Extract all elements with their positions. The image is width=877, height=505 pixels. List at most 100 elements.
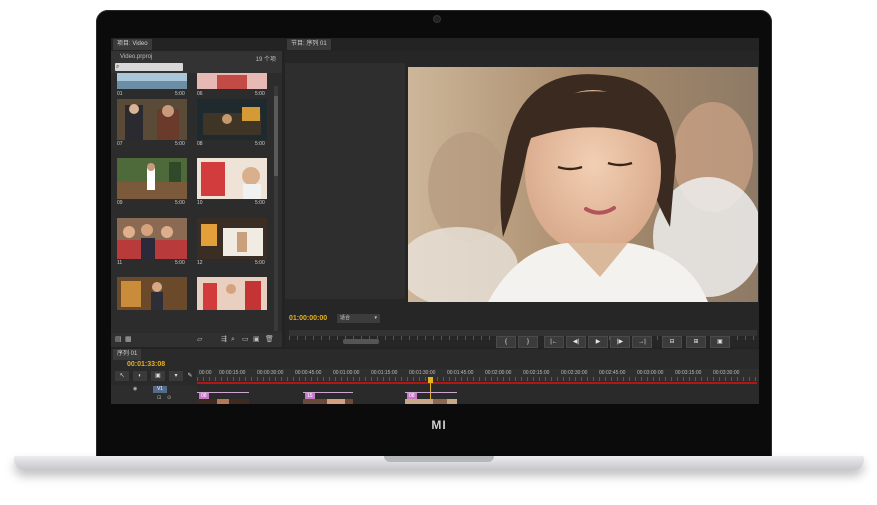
search-input[interactable]: ⌕ <box>115 63 183 71</box>
clip-thumbnail[interactable] <box>197 99 267 140</box>
clip-image <box>303 399 353 404</box>
ruler-label: 00:02:30:00 <box>561 370 588 376</box>
tab-program[interactable]: 节目: 序列 01 <box>287 39 331 50</box>
export-frame-button[interactable]: ▣ <box>710 336 730 348</box>
clip-thumbnail[interactable] <box>197 73 267 89</box>
marker-icon[interactable]: ▾ <box>169 371 183 381</box>
timeline-panel: 序列 01 00:01:33:08 ↖ ◐ ▣ ▾ ✎ 00:00 00:00:… <box>111 349 759 404</box>
clip-image <box>405 399 457 404</box>
fit-dropdown[interactable]: 适合 ▾ <box>337 314 380 323</box>
timeline-ruler[interactable]: 00:00 00:00:15:00 00:00:30:00 00:00:45:0… <box>197 369 759 381</box>
webcam <box>434 16 440 22</box>
chevron-down-icon: ▾ <box>374 315 377 321</box>
ruler-label: 00:00:30:00 <box>257 370 284 376</box>
clip-image <box>117 73 187 89</box>
ruler-label: 00:00:15:00 <box>219 370 246 376</box>
clip-duration: 5:00 <box>255 141 265 147</box>
sync-lock-icon[interactable]: ⊡ <box>157 395 161 401</box>
viewer-area <box>285 63 405 299</box>
ruler-ticks <box>197 377 759 381</box>
extract-button[interactable]: ⊞ <box>686 336 706 348</box>
clip-label: 08 <box>197 141 203 147</box>
clip-thumbnail[interactable] <box>117 277 187 310</box>
list-view-icon[interactable]: ▤ <box>115 336 122 344</box>
icon-view-icon[interactable]: ▦ <box>125 336 132 344</box>
go-to-out-button[interactable]: →| <box>632 336 652 348</box>
clip-label: 10 <box>197 200 203 206</box>
clip-label: 11 <box>117 260 123 266</box>
selection-tool-icon[interactable]: ↖ <box>115 371 129 381</box>
program-panel: 01:00:00:00 适合 ▾ <box>285 51 759 347</box>
ruler-label: 00:01:30:00 <box>409 370 436 376</box>
clip-thumbnail[interactable] <box>117 158 187 199</box>
clip-image <box>117 99 187 140</box>
zoom-scrollbar[interactable] <box>343 339 379 344</box>
work-area-bar[interactable] <box>197 382 757 384</box>
find-icon[interactable]: ⌕ <box>231 336 235 344</box>
timeline-clip[interactable]: 08 <box>405 392 457 404</box>
clip-duration: 5:00 <box>255 260 265 266</box>
track-label[interactable]: V1 <box>153 386 167 393</box>
clip-thumbnail[interactable] <box>117 99 187 140</box>
clip-image <box>197 218 267 259</box>
play-button[interactable]: ▶ <box>588 336 608 348</box>
brand-logo: MI <box>431 418 447 432</box>
new-item-icon[interactable]: ▣ <box>253 336 260 344</box>
zoom-slider-icon[interactable]: ⏥ <box>197 336 202 344</box>
clip-label: 07 <box>117 141 123 147</box>
linked-selection-icon[interactable]: ▣ <box>151 371 165 381</box>
ruler-label: 00:01:15:00 <box>371 370 398 376</box>
clip-thumbnail[interactable] <box>197 158 267 199</box>
clip-image <box>197 99 267 140</box>
lift-button[interactable]: ⊟ <box>662 336 682 348</box>
fit-value: 适合 <box>340 315 351 321</box>
timeline-clip[interactable]: 08 <box>197 392 249 404</box>
clip-duration: 5:00 <box>255 200 265 206</box>
tab-timeline[interactable]: 序列 01 <box>113 349 142 360</box>
clip-image <box>197 158 267 199</box>
project-file-name: Video.prproj <box>120 54 153 60</box>
ruler-label: 00:03:15:00 <box>675 370 702 376</box>
clip-thumbnail[interactable] <box>197 218 267 259</box>
lid-notch <box>384 456 494 462</box>
project-toolbar: ▤ ▦ ⏥ ⇶ ⌕ ▭ ▣ 🗑 <box>111 333 282 347</box>
trash-icon[interactable]: 🗑 <box>265 336 274 344</box>
timeline-clip[interactable]: 15 <box>303 392 353 404</box>
ruler-label: 00:02:15:00 <box>523 370 550 376</box>
clip-label: 09 <box>117 200 123 206</box>
project-scrollbar[interactable] <box>274 86 278 331</box>
ruler-label: 00:01:00:00 <box>333 370 360 376</box>
search-icon: ⌕ <box>116 64 120 70</box>
clip-thumbnail[interactable] <box>197 277 267 310</box>
scroll-thumb[interactable] <box>274 96 278 176</box>
step-forward-button[interactable]: |▶ <box>610 336 630 348</box>
lock-icon[interactable]: ⊙ <box>167 395 171 401</box>
tab-project[interactable]: 项目: Video <box>113 39 152 50</box>
eye-icon[interactable]: ◉ <box>133 386 137 392</box>
clip-image <box>117 277 187 310</box>
screen: 项目: Video Video.prproj 19 个项 ⌕ 01 5:00 0… <box>111 38 759 404</box>
clip-thumbnail[interactable] <box>117 218 187 259</box>
clip-duration: 5:00 <box>175 91 185 97</box>
go-to-in-button[interactable]: |← <box>544 336 564 348</box>
clip-thumbnail[interactable] <box>117 73 187 89</box>
wrench-icon[interactable]: ✎ <box>183 371 197 381</box>
program-frame <box>408 67 758 302</box>
new-bin-icon[interactable]: ▭ <box>242 336 249 344</box>
mark-out-button[interactable]: } <box>518 336 538 348</box>
snap-icon[interactable]: ◐ <box>133 371 147 381</box>
clip-image <box>117 218 187 259</box>
step-back-button[interactable]: ◀| <box>566 336 586 348</box>
clip-duration: 5:00 <box>175 200 185 206</box>
ruler-label: 00:00 <box>199 370 212 376</box>
clip-label: 12 <box>197 260 203 266</box>
ruler-label: 00:03:00:00 <box>637 370 664 376</box>
clip-image <box>197 399 249 404</box>
clip-image <box>197 277 267 310</box>
ruler-label: 00:01:45:00 <box>447 370 474 376</box>
ruler-label: 00:02:45:00 <box>599 370 626 376</box>
timeline-timecode: 00:01:33:08 <box>127 361 166 368</box>
automate-icon[interactable]: ⇶ <box>221 336 227 344</box>
clip-image <box>197 73 267 89</box>
mark-in-button[interactable]: { <box>496 336 516 348</box>
